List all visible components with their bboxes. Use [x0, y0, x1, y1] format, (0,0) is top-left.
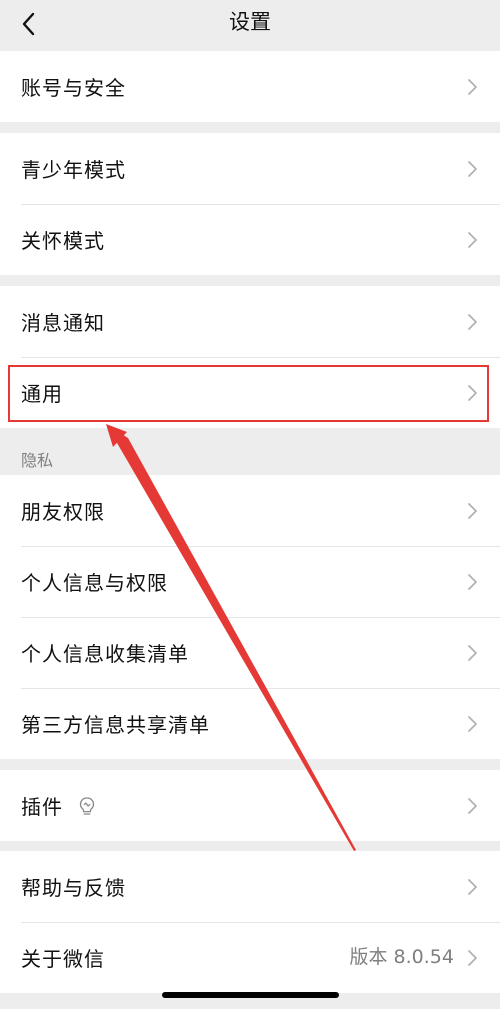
version-value: 版本 8.0.54 — [349, 946, 454, 968]
account-group: 账号与安全 — [0, 51, 500, 122]
home-indicator — [162, 992, 339, 998]
settings-item-label: 帮助与反馈 — [21, 876, 126, 900]
settings-item-third-party-sharing[interactable]: 第三方信息共享清单 — [0, 688, 500, 759]
settings-item-label: 关怀模式 — [21, 229, 105, 253]
chevron-right-icon — [468, 644, 477, 661]
settings-item-label: 消息通知 — [21, 311, 105, 335]
privacy-section-label: 隐私 — [21, 451, 54, 470]
settings-item-help-feedback[interactable]: 帮助与反馈 — [0, 851, 500, 922]
settings-item-about-wechat[interactable]: 关于微信 版本 8.0.54 — [0, 922, 500, 993]
settings-item-general[interactable]: 通用 — [0, 357, 500, 428]
settings-item-friend-permissions[interactable]: 朋友权限 — [0, 475, 500, 546]
plugins-group: 插件 — [0, 770, 500, 841]
settings-item-label: 青少年模式 — [21, 158, 126, 182]
settings-item-label: 个人信息与权限 — [21, 571, 168, 595]
settings-item-label: 账号与安全 — [21, 76, 126, 100]
page-title: 设置 — [229, 10, 271, 34]
settings-item-account-security[interactable]: 账号与安全 — [0, 51, 500, 122]
chevron-right-icon — [468, 313, 477, 330]
chevron-right-icon — [468, 715, 477, 732]
chevron-right-icon — [468, 160, 477, 177]
chevron-right-icon — [468, 949, 477, 966]
settings-item-personal-info-collection[interactable]: 个人信息收集清单 — [0, 617, 500, 688]
chevron-right-icon — [468, 78, 477, 95]
chevron-right-icon — [468, 502, 477, 519]
chevron-right-icon — [468, 384, 477, 401]
general-group: 消息通知 通用 — [0, 286, 500, 428]
navigation-bar: 设置 — [0, 0, 500, 50]
chevron-right-icon — [468, 231, 477, 248]
lightbulb-icon — [79, 796, 95, 815]
privacy-group: 朋友权限 个人信息与权限 个人信息收集清单 第三方信息共享清单 — [0, 475, 500, 759]
chevron-right-icon — [468, 573, 477, 590]
settings-item-label: 第三方信息共享清单 — [21, 713, 210, 737]
settings-item-notifications[interactable]: 消息通知 — [0, 286, 500, 357]
modes-group: 青少年模式 关怀模式 — [0, 133, 500, 275]
settings-item-label: 朋友权限 — [21, 500, 105, 524]
about-group: 帮助与反馈 关于微信 版本 8.0.54 — [0, 851, 500, 993]
settings-item-care-mode[interactable]: 关怀模式 — [0, 204, 500, 275]
settings-item-teen-mode[interactable]: 青少年模式 — [0, 133, 500, 204]
chevron-right-icon — [468, 878, 477, 895]
settings-item-personal-info-permissions[interactable]: 个人信息与权限 — [0, 546, 500, 617]
chevron-right-icon — [468, 797, 477, 814]
settings-item-label: 通用 — [21, 382, 63, 406]
settings-item-plugins[interactable]: 插件 — [0, 770, 500, 841]
settings-item-label: 关于微信 — [21, 947, 105, 971]
settings-item-label: 个人信息收集清单 — [21, 642, 189, 666]
settings-item-label: 插件 — [21, 795, 63, 819]
